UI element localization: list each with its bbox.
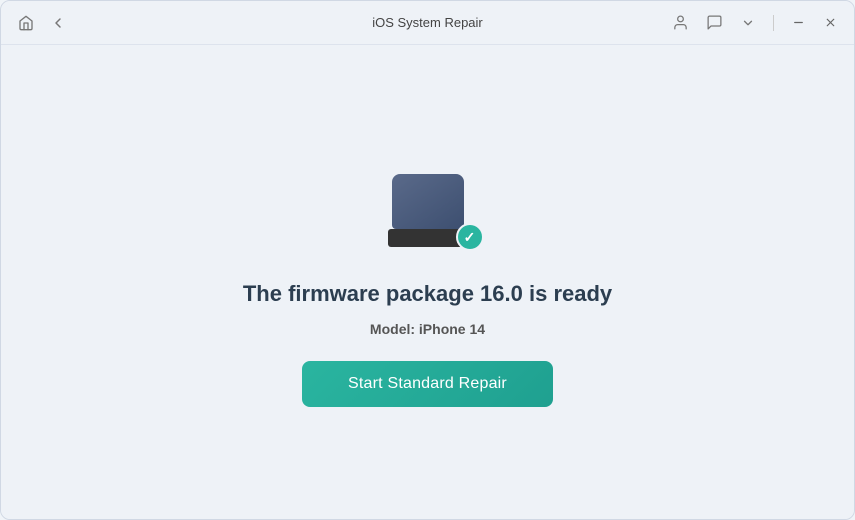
back-button[interactable] bbox=[47, 12, 69, 34]
home-button[interactable] bbox=[15, 12, 37, 34]
chevron-down-icon-button[interactable] bbox=[737, 12, 759, 34]
start-standard-repair-button[interactable]: Start Standard Repair bbox=[302, 361, 553, 407]
firmware-ready-text: The firmware package 16.0 is ready bbox=[243, 281, 612, 307]
titlebar-left bbox=[15, 12, 69, 34]
titlebar-divider bbox=[773, 15, 774, 31]
main-content: ✓ The firmware package 16.0 is ready Mod… bbox=[1, 45, 854, 519]
firmware-icon: ✓ bbox=[368, 157, 488, 257]
chat-icon-button[interactable] bbox=[703, 12, 725, 34]
titlebar-right bbox=[669, 12, 840, 34]
app-window: iOS System Repair bbox=[0, 0, 855, 520]
close-button[interactable] bbox=[820, 13, 840, 33]
check-icon: ✓ bbox=[464, 229, 476, 246]
user-icon-button[interactable] bbox=[669, 12, 691, 34]
minimize-button[interactable] bbox=[788, 13, 808, 33]
chip-top bbox=[392, 174, 464, 229]
window-title: iOS System Repair bbox=[372, 15, 483, 30]
check-badge: ✓ bbox=[456, 223, 484, 251]
titlebar: iOS System Repair bbox=[1, 1, 854, 45]
model-info: Model: iPhone 14 bbox=[370, 321, 485, 337]
model-value: iPhone 14 bbox=[419, 321, 485, 337]
model-label: Model: bbox=[370, 321, 415, 337]
